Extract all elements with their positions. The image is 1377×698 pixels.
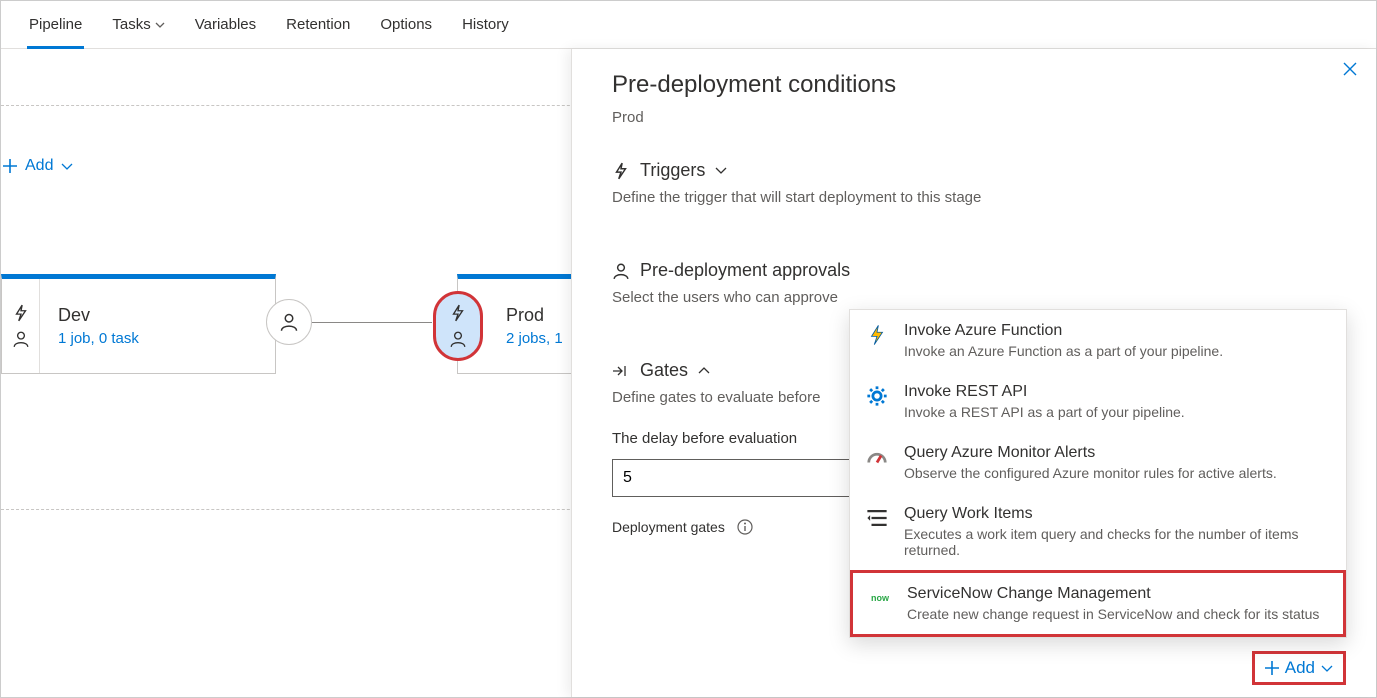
stage-name: Prod xyxy=(506,305,563,326)
person-icon xyxy=(12,330,30,348)
menu-item-title: Query Azure Monitor Alerts xyxy=(904,444,1277,462)
gauge-icon xyxy=(864,444,890,470)
tab-retention[interactable]: Retention xyxy=(286,1,350,48)
person-icon xyxy=(612,262,630,280)
menu-item-desc: Observe the configured Azure monitor rul… xyxy=(904,465,1277,481)
stage-name: Dev xyxy=(58,305,139,326)
chevron-down-icon xyxy=(155,22,165,28)
section-desc: Define the trigger that will start deplo… xyxy=(612,189,1336,206)
tab-label: History xyxy=(462,16,509,33)
tab-tasks[interactable]: Tasks xyxy=(112,1,164,48)
stage-jobs-link[interactable]: 1 job, 0 task xyxy=(58,330,139,347)
pipeline-tabs: Pipeline Tasks Variables Retention Optio… xyxy=(1,1,1376,49)
filter-icon xyxy=(864,505,890,531)
menu-item-desc: Executes a work item query and checks fo… xyxy=(904,526,1330,558)
tab-history[interactable]: History xyxy=(462,1,509,48)
person-icon xyxy=(279,312,299,332)
gate-icon xyxy=(612,364,630,378)
tab-label: Retention xyxy=(286,16,350,33)
menu-item-invoke-azure-function[interactable]: Invoke Azure Function Invoke an Azure Fun… xyxy=(850,310,1346,371)
stage-dev-postconditions[interactable] xyxy=(266,299,312,345)
menu-item-title: Invoke REST API xyxy=(904,383,1185,401)
stage-dev[interactable]: Dev 1 job, 0 task xyxy=(1,274,276,374)
add-gate-button[interactable]: Add xyxy=(1252,651,1346,685)
section-label: Gates xyxy=(640,360,688,381)
section-triggers[interactable]: Triggers xyxy=(612,160,1336,181)
tab-label: Pipeline xyxy=(29,16,82,33)
stage-dev-preconditions[interactable] xyxy=(2,279,40,373)
panel-title: Pre-deployment conditions xyxy=(612,71,1336,99)
azure-function-icon xyxy=(864,322,890,348)
menu-item-invoke-rest-api[interactable]: Invoke REST API Invoke a REST API as a pa… xyxy=(850,371,1346,432)
lightning-icon xyxy=(449,304,467,322)
person-icon xyxy=(449,330,467,348)
plus-icon xyxy=(1265,661,1279,675)
stage-prod-preconditions[interactable] xyxy=(433,291,483,361)
section-label: Pre-deployment approvals xyxy=(640,260,850,281)
tab-label: Tasks xyxy=(112,16,150,33)
menu-item-desc: Invoke an Azure Function as a part of yo… xyxy=(904,343,1223,359)
panel-stage-name: Prod xyxy=(612,109,1336,126)
chevron-down-icon xyxy=(1321,665,1333,672)
menu-item-title: Invoke Azure Function xyxy=(904,322,1223,340)
add-artifact-button[interactable]: Add xyxy=(1,149,75,183)
menu-item-servicenow-change-management[interactable]: now ServiceNow Change Management Create n… xyxy=(850,570,1346,637)
section-label: Triggers xyxy=(640,160,705,181)
pipeline-canvas: Add Dev 1 job, 0 task Prod 2 jobs, 1 xyxy=(1,49,1376,697)
gear-icon xyxy=(864,383,890,409)
servicenow-icon: now xyxy=(867,585,893,611)
menu-item-query-azure-monitor[interactable]: Query Azure Monitor Alerts Observe the co… xyxy=(850,432,1346,493)
lightning-icon xyxy=(12,304,30,322)
menu-item-title: ServiceNow Change Management xyxy=(907,585,1319,603)
tab-options[interactable]: Options xyxy=(380,1,432,48)
tab-pipeline[interactable]: Pipeline xyxy=(29,1,82,48)
add-label: Add xyxy=(1285,658,1315,678)
info-icon[interactable] xyxy=(737,519,753,535)
stage-jobs-link[interactable]: 2 jobs, 1 xyxy=(506,330,563,347)
close-button[interactable] xyxy=(1342,61,1358,77)
tab-variables[interactable]: Variables xyxy=(195,1,256,48)
lightning-icon xyxy=(612,162,630,180)
tab-label: Variables xyxy=(195,16,256,33)
menu-item-query-work-items[interactable]: Query Work Items Executes a work item que… xyxy=(850,493,1346,570)
tab-label: Options xyxy=(380,16,432,33)
add-label: Add xyxy=(25,157,53,175)
close-icon xyxy=(1342,61,1358,77)
chevron-down-icon xyxy=(61,163,73,170)
plus-icon xyxy=(3,159,17,173)
chevron-up-icon xyxy=(698,367,710,374)
section-approvals[interactable]: Pre-deployment approvals xyxy=(612,260,1336,281)
gate-type-menu: Invoke Azure Function Invoke an Azure Fun… xyxy=(849,309,1347,638)
menu-item-desc: Invoke a REST API as a part of your pipe… xyxy=(904,404,1185,420)
menu-item-title: Query Work Items xyxy=(904,505,1330,523)
chevron-down-icon xyxy=(715,167,727,174)
deployment-gates-label: Deployment gates xyxy=(612,519,725,535)
menu-item-desc: Create new change request in ServiceNow … xyxy=(907,606,1319,622)
section-desc: Select the users who can approve xyxy=(612,289,1336,306)
